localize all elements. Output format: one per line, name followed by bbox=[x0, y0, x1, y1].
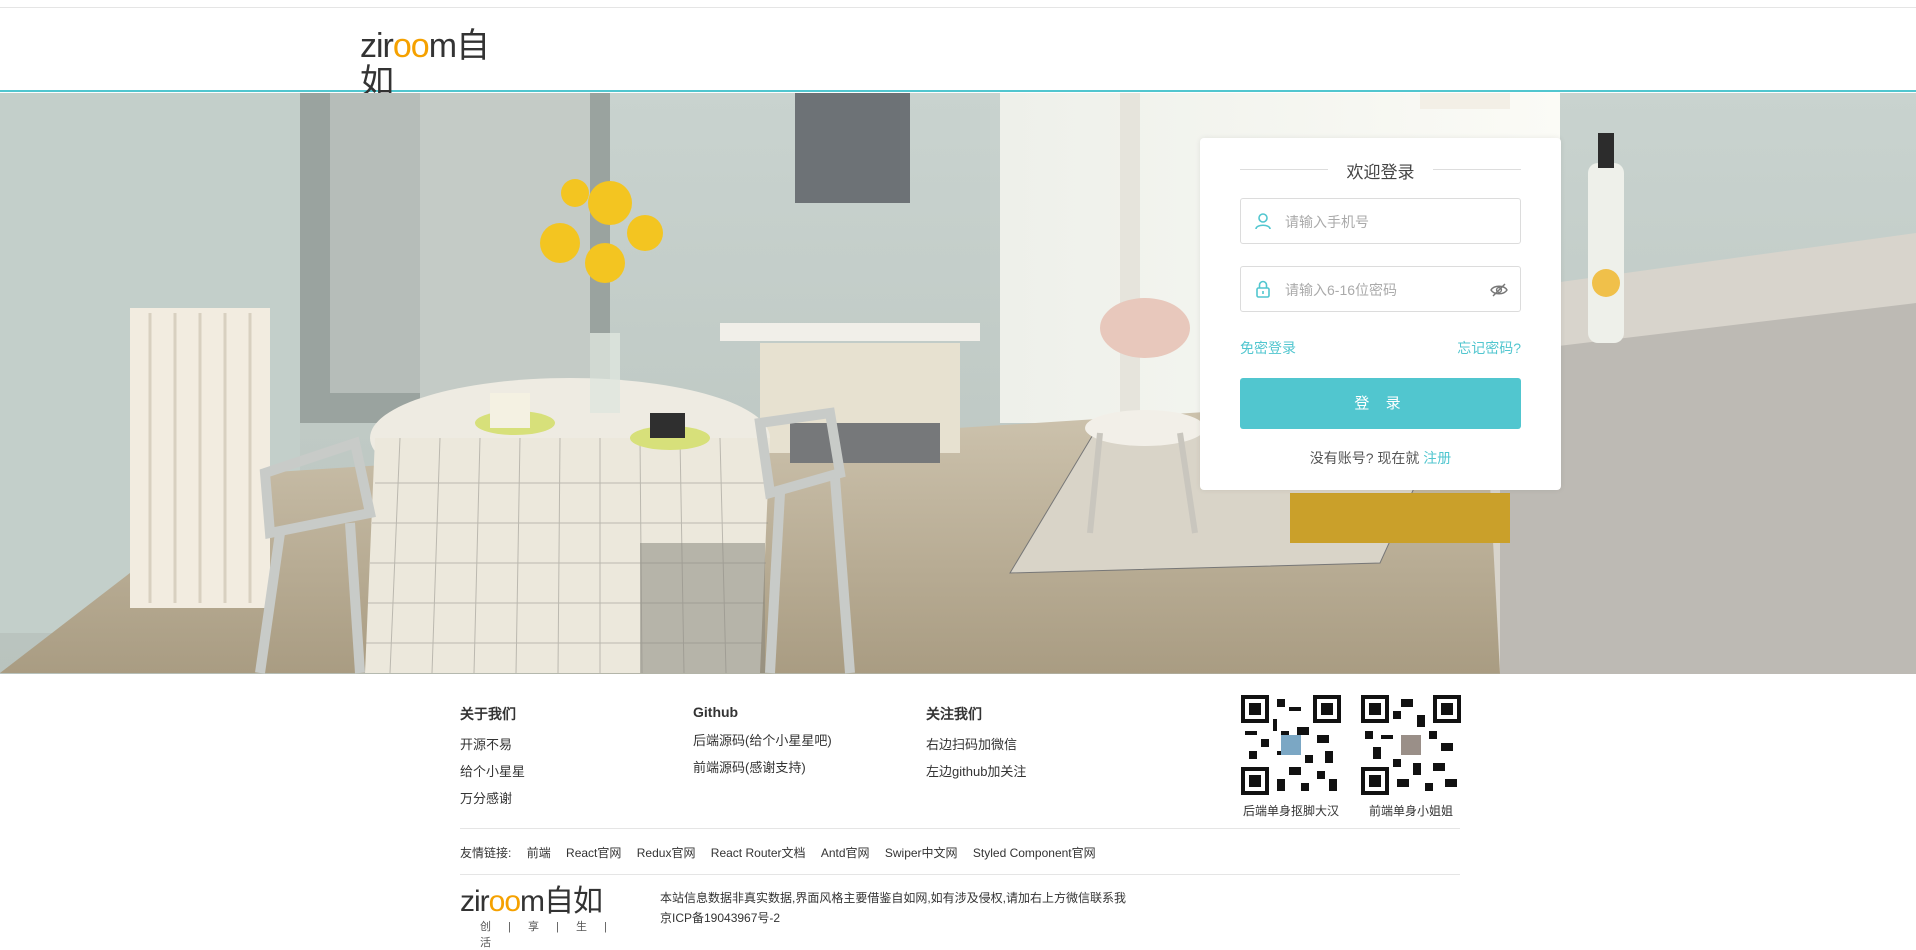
footer-column-title: 关注我们 bbox=[926, 706, 982, 722]
footer-link[interactable]: 给个小星星 bbox=[460, 761, 525, 780]
footer-link[interactable]: 前端源码(感谢支持) bbox=[693, 757, 832, 776]
top-border bbox=[0, 0, 1916, 8]
footer-column-follow: 关注我们 右边扫码加微信 左边github加关注 bbox=[926, 704, 1026, 788]
lock-icon bbox=[1256, 280, 1270, 298]
title-divider-right bbox=[1433, 169, 1521, 170]
login-links: 免密登录 忘记密码? bbox=[1240, 338, 1521, 358]
forgot-password-link[interactable]: 忘记密码? bbox=[1457, 338, 1521, 358]
friend-link[interactable]: Swiper中文网 bbox=[885, 846, 958, 860]
footer-column-title: Github bbox=[693, 704, 739, 720]
friend-link[interactable]: React官网 bbox=[566, 846, 621, 860]
friend-links: 友情链接: 前端 React官网 Redux官网 React Router文档 … bbox=[460, 844, 1108, 861]
ziroom-logo[interactable]: ziroom自如 创 | 享 | 生 | 活 bbox=[360, 28, 510, 133]
friend-link[interactable]: 前端 bbox=[527, 846, 551, 860]
friend-link[interactable]: Redux官网 bbox=[637, 846, 696, 860]
living-room-photo bbox=[0, 93, 1916, 674]
register-prompt-text: 没有账号? 现在就 bbox=[1309, 450, 1420, 466]
footer-logo[interactable]: ziroom自如 创 | 享 | 生 | 活 bbox=[460, 885, 620, 950]
qr-code-icon bbox=[1361, 695, 1461, 795]
footer-column-about: 关于我们 开源不易 给个小星星 万分感谢 bbox=[460, 704, 525, 815]
friend-link[interactable]: Antd官网 bbox=[821, 846, 870, 860]
register-link[interactable]: 注册 bbox=[1423, 450, 1451, 466]
site-notice: 本站信息数据非真实数据,界面风格主要借鉴自如网,如有涉及侵权,请加右上方微信联系… bbox=[660, 888, 1126, 928]
login-title: 欢迎登录 bbox=[1346, 163, 1415, 182]
friend-link[interactable]: Styled Component官网 bbox=[973, 846, 1096, 860]
site-header: ziroom自如 创 | 享 | 生 | 活 bbox=[0, 8, 1916, 133]
friend-link[interactable]: React Router文档 bbox=[711, 846, 806, 860]
icp-number[interactable]: 京ICP备19043967号-2 bbox=[660, 908, 1126, 928]
footer-link[interactable]: 万分感谢 bbox=[460, 788, 525, 807]
phone-input[interactable] bbox=[1285, 211, 1485, 233]
friend-links-label: 友情链接: bbox=[460, 846, 512, 860]
phone-field[interactable] bbox=[1240, 198, 1521, 244]
user-icon bbox=[1255, 213, 1271, 230]
qr-code-icon bbox=[1241, 695, 1341, 795]
footer-link[interactable]: 右边扫码加微信 bbox=[926, 734, 1026, 753]
hero-banner-image bbox=[0, 93, 1916, 674]
password-field[interactable] bbox=[1240, 266, 1521, 312]
login-title-wrap: 欢迎登录 bbox=[1240, 158, 1521, 183]
qr-caption: 前端单身小姐姐 bbox=[1368, 804, 1453, 818]
qr-code-frontend: 前端单身小姐姐 bbox=[1361, 695, 1461, 819]
title-divider-left bbox=[1240, 169, 1328, 170]
login-button[interactable]: 登 录 bbox=[1240, 378, 1521, 429]
footer-link[interactable]: 左边github加关注 bbox=[926, 761, 1026, 780]
logo-wordmark: ziroom自如 bbox=[360, 27, 490, 101]
footer-column-github: Github 后端源码(给个小星星吧) 前端源码(感谢支持) bbox=[693, 704, 832, 784]
qr-caption: 后端单身抠脚大汉 bbox=[1242, 804, 1339, 818]
login-card: 欢迎登录 免密登录 忘记密码? 登 录 没有账号? 现在就 注册 bbox=[1200, 138, 1561, 490]
passwordless-login-link[interactable]: 免密登录 bbox=[1240, 340, 1296, 356]
eye-hidden-icon[interactable] bbox=[1490, 281, 1508, 299]
footer-link[interactable]: 后端源码(给个小星星吧) bbox=[693, 730, 832, 749]
logo-tagline: 创 | 享 | 生 | 活 bbox=[480, 921, 614, 949]
footer-divider bbox=[460, 828, 1460, 829]
site-footer: 关于我们 开源不易 给个小星星 万分感谢 Github 后端源码(给个小星星吧)… bbox=[0, 674, 1916, 950]
footer-column-title: 关于我们 bbox=[460, 706, 516, 722]
disclaimer-text: 本站信息数据非真实数据,界面风格主要借鉴自如网,如有涉及侵权,请加右上方微信联系… bbox=[660, 891, 1127, 905]
qr-code-backend: 后端单身抠脚大汉 bbox=[1241, 695, 1341, 819]
register-prompt: 没有账号? 现在就 注册 bbox=[1240, 448, 1521, 468]
logo-wordmark: ziroom自如 bbox=[460, 885, 603, 918]
footer-divider bbox=[460, 874, 1460, 875]
footer-link[interactable]: 开源不易 bbox=[460, 734, 525, 753]
password-input[interactable] bbox=[1285, 279, 1485, 301]
